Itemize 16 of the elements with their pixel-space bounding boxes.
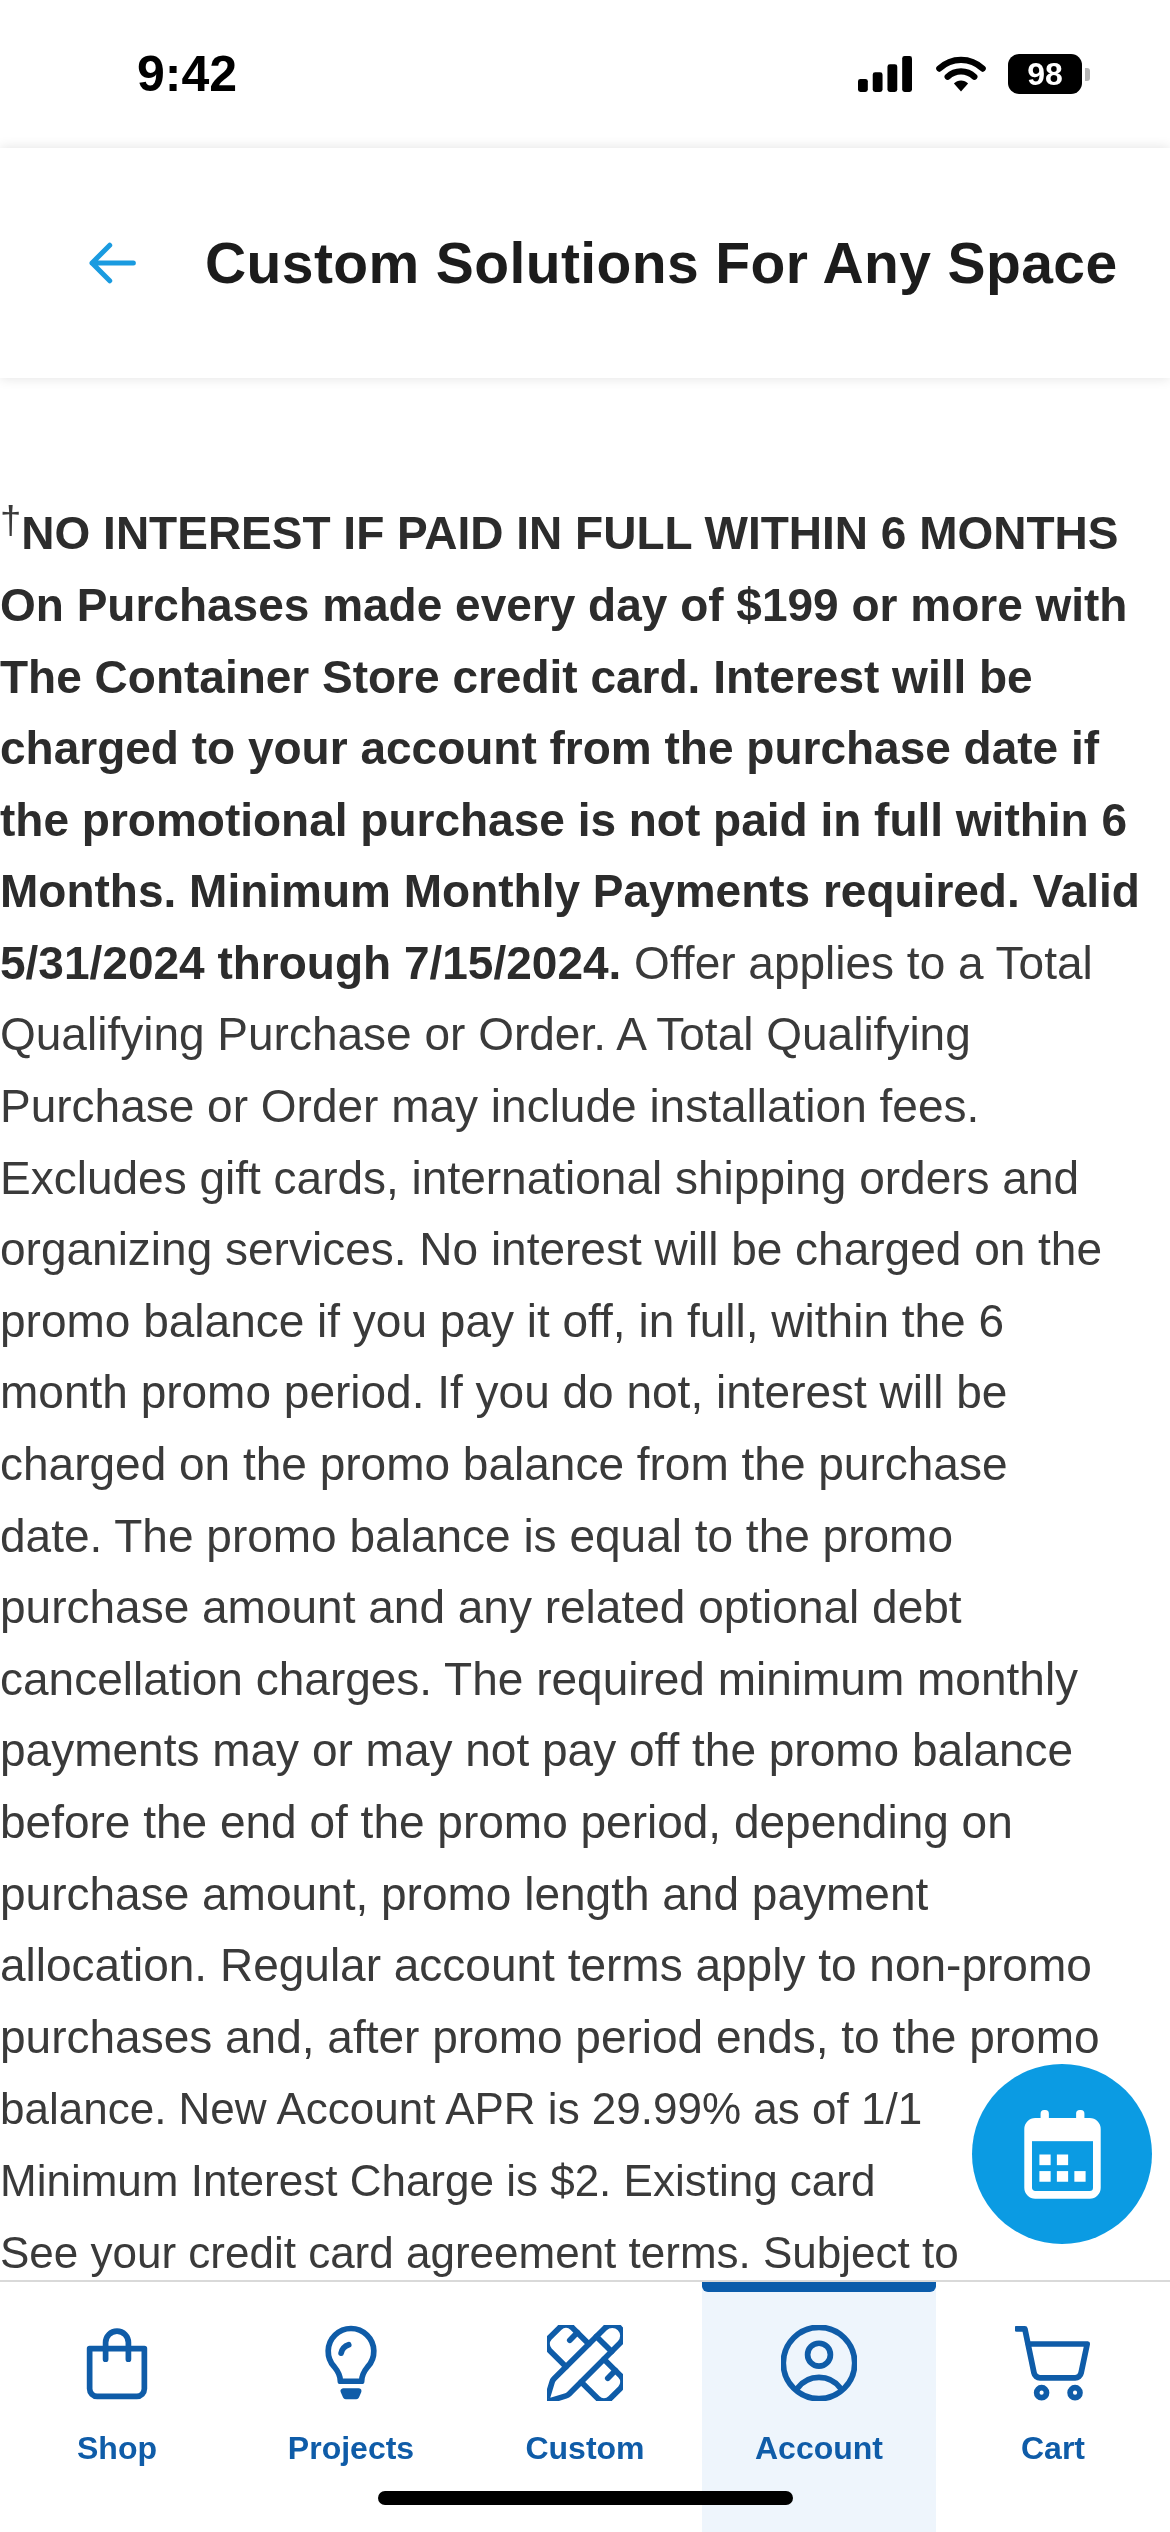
tab-item[interactable]: Account <box>702 2282 936 2532</box>
page-title: Custom Solutions For Any Space <box>205 230 1118 296</box>
signal-icon <box>856 56 914 92</box>
tab-item[interactable]: Custom <box>468 2282 702 2532</box>
tab-item[interactable]: Shop <box>0 2282 234 2532</box>
tab-item[interactable]: Projects <box>234 2282 468 2532</box>
wifi-icon <box>936 55 986 93</box>
status-time: 9:42 <box>137 45 238 103</box>
calendar-icon <box>1023 2109 1101 2199</box>
terms-paragraph-continued: balance. New Account APR is 29.99% as of 1/1 Minimum Interest Charge is $2. Existing card See your credit card agreement terms. Subject to <box>0 2083 959 2279</box>
back-arrow-icon <box>87 240 137 286</box>
cart-icon <box>1015 2325 1091 2401</box>
terms-paragraph: $^{†}$NO INTEREST IF PAID IN FULL WITHIN 6 MONTHS On Purchases made every day of $199 or more with The Container Store credit card. Interest will be charged to your account from the purchase date if the promotional purchase is not paid in full within 6 Months. Minimum Monthly Payments required. Valid 5/31/2024 through 7/15/2024. Offer applies to a Total Qualifying Purchase or Order. A Total Qualifying Purchase or Order may include installation fees. Excludes gift cards, international shipping orders and organizing services. No interest will be charged on the promo balance if you pay it off, in full, within the 6 month promo period. If you do not, interest will be charged on the promo balance from the purchase date. The promo balance is equal to the promo purchase amount and any related optional debt cancellation charges. The required minimum monthly payments may or may not pay off the promo balance before the end of the promo period, depending on purchase amount, promo length and payment allocation. Regular account terms apply to non-promo purchases and, after promo period ends, to the promo <box>0 497 1141 2065</box>
back-button[interactable] <box>87 240 137 286</box>
tab-item[interactable]: Cart <box>936 2282 1170 2532</box>
pencil-ruler-icon <box>547 2325 623 2401</box>
